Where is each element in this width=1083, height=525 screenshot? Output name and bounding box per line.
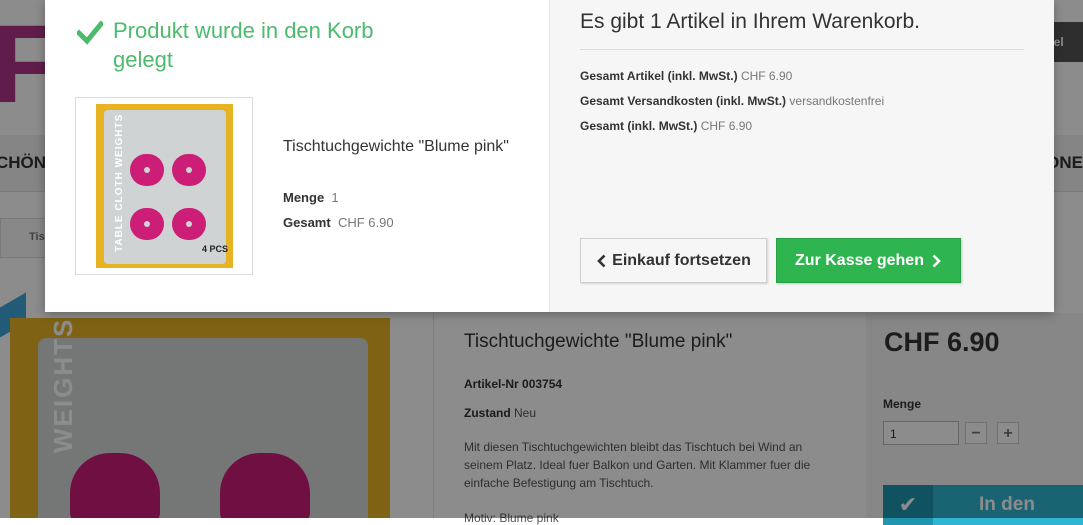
- total-products-label: Gesamt Artikel (inkl. MwSt.): [580, 69, 738, 83]
- thumbnail-count: 4 PCS: [202, 244, 229, 254]
- modal-cart-panel: Es gibt 1 Artikel in Ihrem Warenkorb. Ge…: [549, 0, 1054, 312]
- modal-product-name: Tischtuchgewichte "Blume pink": [283, 138, 509, 155]
- success-text: Produkt wurde in den Korb gelegt: [113, 18, 374, 72]
- modal-product-panel: Produkt wurde in den Korb gelegt TABLE C…: [45, 0, 549, 312]
- success-message: Produkt wurde in den Korb gelegt: [77, 16, 437, 74]
- modal-product-total: Gesamt CHF 6.90: [283, 215, 394, 230]
- modal-product-quantity: Menge 1: [283, 190, 339, 205]
- divider: [580, 49, 1024, 50]
- product-thumbnail-image: TABLE CLOTH WEIGHTS 4 PCS: [96, 104, 233, 268]
- total-label: Gesamt: [283, 215, 331, 230]
- checkout-label: Zur Kasse gehen: [795, 251, 924, 269]
- continue-shopping-button[interactable]: Einkauf fortsetzen: [580, 238, 767, 283]
- cart-total-value: CHF 6.90: [700, 119, 753, 133]
- cart-total-label: Gesamt (inkl. MwSt.): [580, 119, 698, 133]
- product-thumbnail: TABLE CLOTH WEIGHTS 4 PCS: [75, 97, 253, 275]
- continue-shopping-label: Einkauf fortsetzen: [612, 251, 751, 269]
- quantity-label: Menge: [283, 190, 325, 205]
- flower-hole: [186, 167, 192, 173]
- flower-hole: [186, 221, 192, 227]
- cart-shipping: Gesamt Versandkosten (inkl. MwSt.) versa…: [580, 94, 884, 108]
- cart-modal: Produkt wurde in den Korb gelegt TABLE C…: [45, 0, 1054, 312]
- checkout-button[interactable]: Zur Kasse gehen: [776, 238, 961, 283]
- checkmark-icon: [77, 20, 103, 45]
- quantity-value: 1: [331, 190, 339, 205]
- flower-hole: [144, 221, 150, 227]
- total-value: CHF 6.90: [337, 215, 394, 230]
- cart-total-products: Gesamt Artikel (inkl. MwSt.) CHF 6.90: [580, 69, 792, 83]
- cart-total: Gesamt (inkl. MwSt.) CHF 6.90: [580, 119, 752, 133]
- total-products-value: CHF 6.90: [740, 69, 793, 83]
- cart-count-title: Es gibt 1 Artikel in Ihrem Warenkorb.: [580, 10, 921, 33]
- chevron-left-icon: [597, 254, 606, 267]
- flower-hole: [144, 167, 150, 173]
- shipping-value: versandkostenfrei: [789, 94, 885, 108]
- chevron-right-icon: [932, 254, 941, 267]
- shipping-label: Gesamt Versandkosten (inkl. MwSt.): [580, 94, 787, 108]
- thumbnail-caption: TABLE CLOTH WEIGHTS: [114, 113, 125, 252]
